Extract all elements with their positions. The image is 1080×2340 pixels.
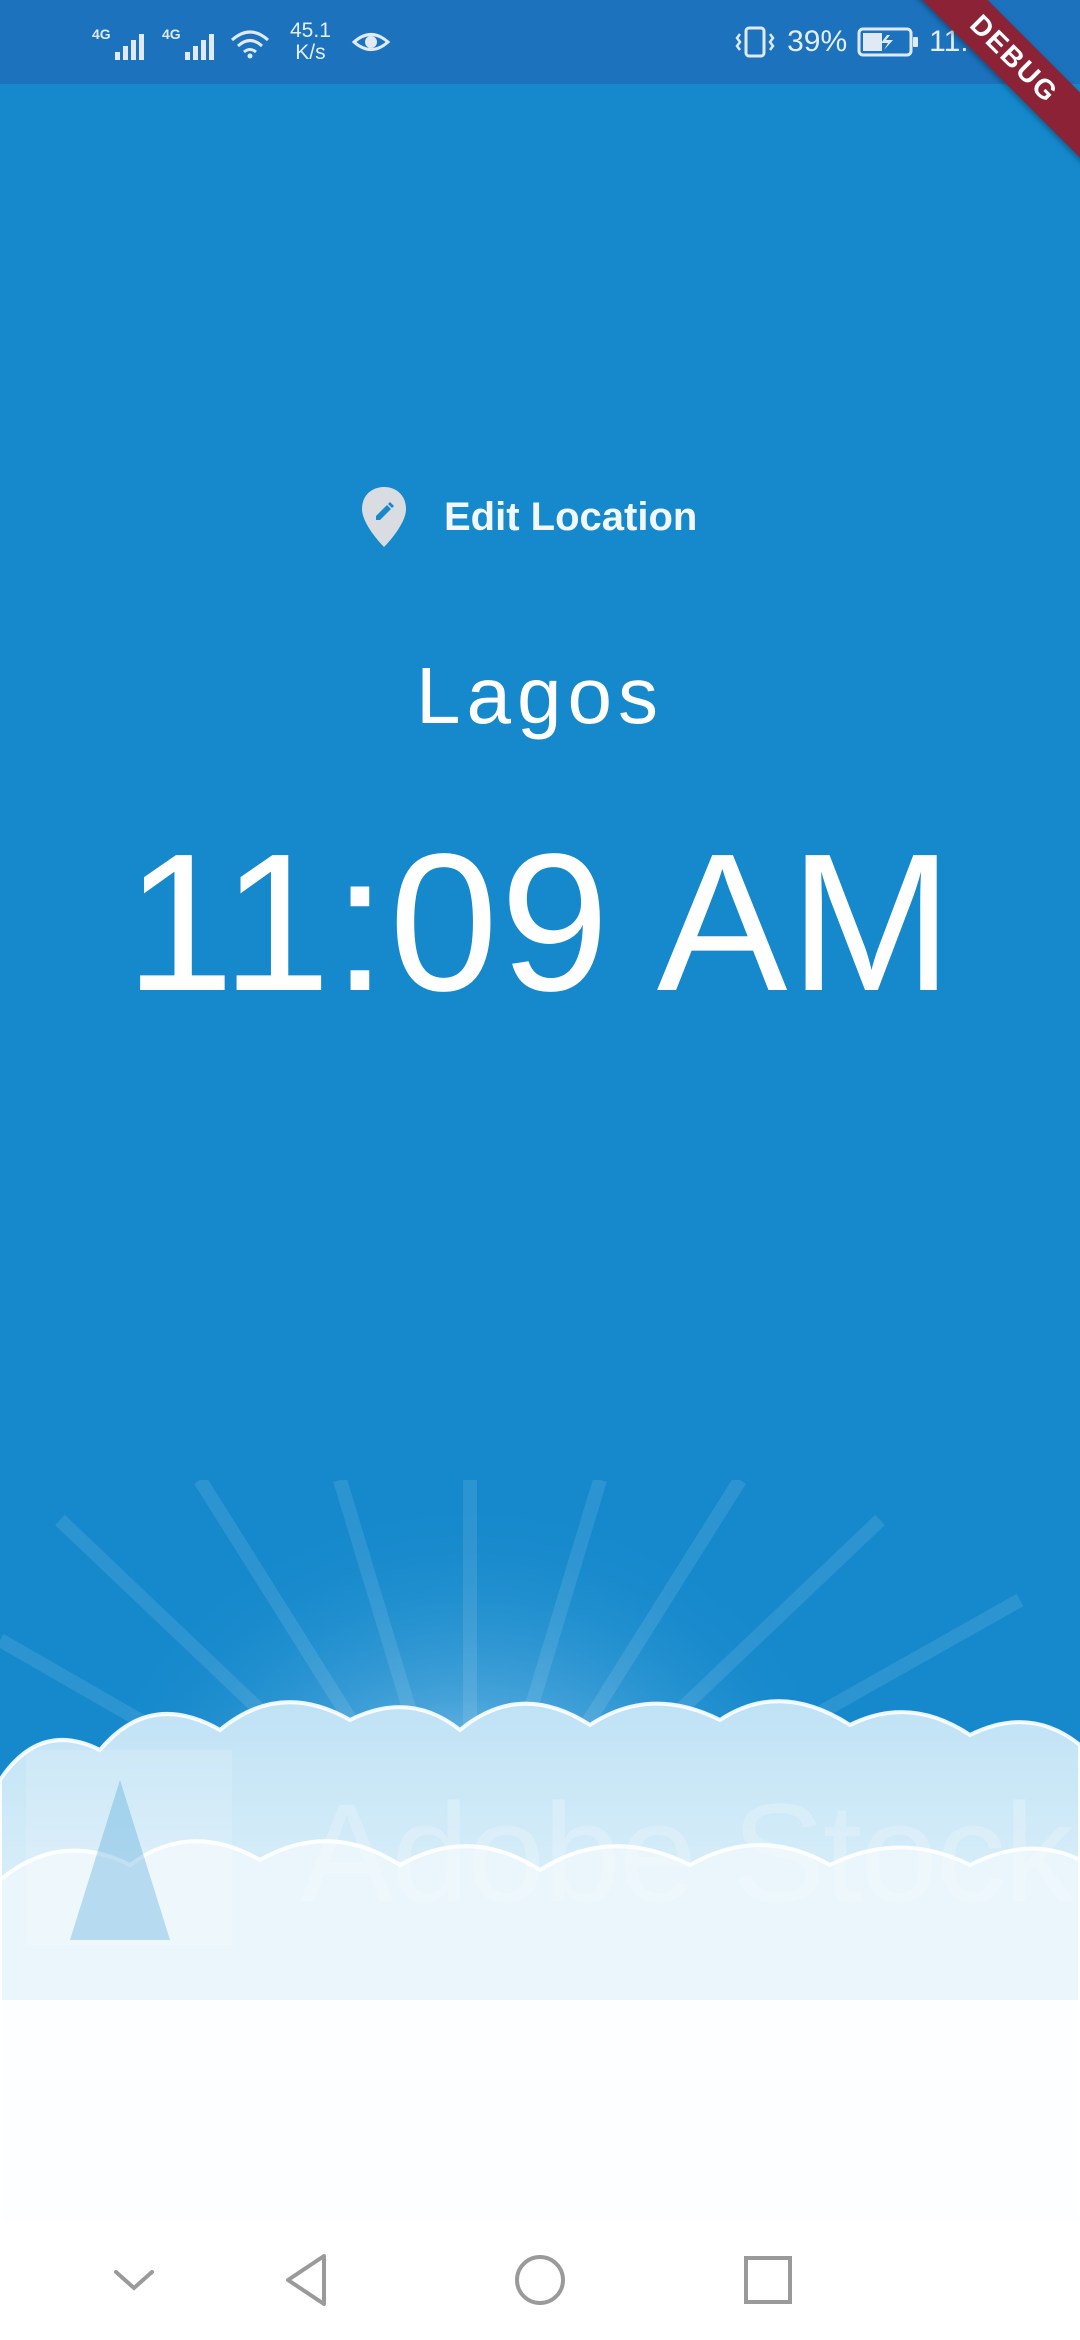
network-speed: 45.1 K/s [290,20,331,64]
vibrate-icon [735,26,775,58]
network-speed-value: 45.1 [290,19,331,42]
edit-location-button[interactable]: Edit Location [360,482,697,552]
network-speed-unit: K/s [295,41,326,64]
app-screen: Adobe Stock 4G 4G 45.1 K/s 39% DEBUG Edi… [0,0,1080,2340]
location-pin-edit-icon [362,487,406,547]
eye-icon [351,33,391,51]
status-bar-left: 4G 4G 45.1 K/s [88,18,391,66]
back-triangle-icon[interactable] [272,2244,344,2316]
home-circle-icon[interactable] [504,2244,576,2316]
navigation-bar [0,2220,1080,2340]
battery-charging-icon [857,27,919,57]
battery-percent: 39% [787,25,848,58]
chevron-down-icon[interactable] [98,2244,170,2316]
recents-square-icon[interactable] [732,2244,804,2316]
edit-location-label: Edit Location [444,494,698,539]
current-time: 11:09 AM [125,813,955,1032]
network-type-label: 4G [162,26,181,42]
status-bar: 4G 4G 45.1 K/s 39% [0,0,1080,84]
watermark-text: Adobe Stock [300,1774,1074,1931]
city-name: Lagos [416,651,664,740]
signal-strength-icon: 4G [88,22,144,62]
wifi-icon [231,30,269,59]
network-type-label: 4G [92,26,111,42]
signal-strength-icon: 4G [158,22,214,62]
